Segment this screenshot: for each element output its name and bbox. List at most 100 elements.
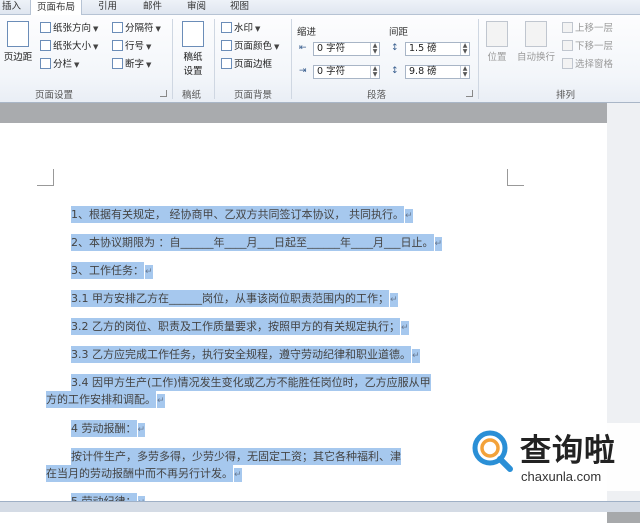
text-line[interactable]: 4 劳动报酬：↵ (71, 420, 146, 439)
text-line[interactable]: 在当月的劳动报酬中而不再另行计发。↵ (46, 465, 242, 484)
indent-heading: 缩进 (297, 27, 317, 38)
text-line[interactable]: 3、工作任务：↵ (71, 262, 153, 281)
wrap-text-label: 自动换行 (516, 52, 555, 63)
bring-forward-icon (562, 22, 573, 33)
group-label-paragraph: 段落 (367, 90, 387, 101)
manuscript-settings-button[interactable]: 稿纸 设置 (177, 21, 209, 77)
site-watermark: 查询啦 chaxunla.com (465, 423, 640, 491)
text-line[interactable]: 按计件生产，多劳多得，少劳少得，无固定工资；其它各种福利、津 (71, 448, 401, 465)
indent-right-value: 0 字符 (317, 66, 346, 77)
hyphenation-icon (112, 58, 123, 69)
line-text: 3.4 因甲方生产(工作)情况发生变化或乙方不能胜任岗位时，乙方应服从甲 (71, 374, 431, 391)
orientation-label: 纸张方向 (53, 23, 92, 34)
spacing-before-value: 1.5 磅 (409, 43, 437, 54)
indent-left-input[interactable]: 0 字符 ▲ ▼ (313, 42, 380, 56)
line-text: 3、工作任务： (71, 262, 144, 279)
status-bar (0, 501, 640, 512)
watermark-brand-en: chaxunla.com (521, 469, 602, 484)
magnifier-logo-icon (472, 430, 513, 472)
bring-forward-button[interactable]: 上移一层 (562, 21, 613, 37)
page-color-icon (221, 40, 232, 51)
group-label-page-setup: 页面设置 (35, 90, 74, 101)
line-text: 1、根据有关规定， 经协商甲、乙双方共同签订本协议， 共同执行。 (71, 206, 404, 223)
page-color-button[interactable]: 页面颜色 ▼ (221, 39, 279, 55)
tab-review[interactable]: 审阅 (187, 0, 206, 14)
page-color-label: 页面颜色 (234, 41, 273, 52)
position-icon (486, 21, 508, 47)
size-button[interactable]: 纸张大小 ▼ (40, 39, 98, 55)
line-text: 2、本协议期限为 ：自______年____月___日起至______年____… (71, 234, 434, 251)
wrap-text-icon (525, 21, 547, 47)
send-backward-button[interactable]: 下移一层 (562, 39, 613, 55)
group-separator (214, 19, 215, 99)
position-button[interactable]: 位置 (481, 21, 513, 63)
indent-left-icon: ⇤ (299, 43, 307, 53)
paragraph-launcher-icon[interactable] (466, 90, 473, 97)
margins-button[interactable]: 页边距 (2, 21, 34, 63)
spacing-after-value: 9.8 磅 (409, 66, 437, 77)
orientation-icon (40, 22, 51, 33)
text-line[interactable]: 3.3 乙方应完成工作任务，执行安全规程，遵守劳动纪律和职业道德。↵ (71, 346, 420, 365)
breaks-label: 分隔符 (125, 23, 154, 34)
breaks-button[interactable]: 分隔符 ▼ (112, 21, 161, 37)
breaks-icon (112, 22, 123, 33)
tab-references[interactable]: 引用 (98, 0, 117, 14)
paragraph-mark: ↵ (390, 293, 398, 307)
position-label: 位置 (487, 52, 507, 63)
tab-view[interactable]: 视图 (230, 0, 249, 14)
size-label: 纸张大小 (53, 41, 92, 52)
page-setup-launcher-icon[interactable] (160, 90, 167, 97)
text-line[interactable]: 3.2 乙方的岗位、职责及工作质量要求，按照甲方的有关规定执行；↵ (71, 318, 409, 337)
text-line[interactable]: 2、本协议期限为 ：自______年____月___日起至______年____… (71, 234, 443, 253)
ribbon-tab-bar: 插入 页面布局 引用 邮件 审阅 视图 (0, 0, 640, 16)
orientation-button[interactable]: 纸张方向 ▼ (40, 21, 98, 37)
text-line[interactable]: 3.1 甲方安排乙方在______岗位，从事该岗位职责范围内的工作；↵ (71, 290, 398, 309)
chevron-down-icon: ▼ (93, 43, 99, 51)
manuscript-icon (182, 21, 204, 47)
group-label-page-background: 页面背景 (234, 90, 273, 101)
wrap-text-button[interactable]: 自动换行 (514, 21, 558, 63)
ribbon: 页边距 纸张方向 ▼ 纸张大小 ▼ 分栏 ▼ 分隔符 ▼ 行号 ▼ 断字 ▼ 页面设置 稿纸… (0, 15, 640, 103)
margins-icon (7, 21, 29, 47)
text-line[interactable]: 方的工作安排和调配。↵ (46, 391, 165, 410)
selection-pane-button[interactable]: 选择窗格 (562, 57, 613, 73)
indent-right-input[interactable]: 0 字符 ▲ ▼ (313, 65, 380, 79)
watermark-button[interactable]: 水印 ▼ (221, 21, 260, 37)
margin-corner-mark (507, 169, 524, 186)
watermark-icon (221, 22, 232, 33)
paragraph-mark: ↵ (434, 237, 443, 251)
chevron-down-icon: ▼ (155, 25, 161, 33)
group-label-manuscript: 稿纸 (182, 90, 202, 101)
tab-mailings[interactable]: 邮件 (143, 0, 162, 14)
text-line[interactable]: 1、根据有关规定， 经协商甲、乙双方共同签订本协议， 共同执行。↵ (71, 206, 413, 225)
tab-insert[interactable]: 插入 (2, 0, 21, 14)
watermark-brand-cn: 查询啦 (520, 433, 616, 469)
line-text: 方的工作安排和调配。 (46, 391, 156, 408)
paragraph-mark: ↵ (157, 394, 165, 408)
spacing-after-icon: ↕ (391, 66, 399, 76)
hyphenation-button[interactable]: 断字 ▼ (112, 57, 151, 73)
chevron-down-icon: ▼ (74, 61, 80, 69)
send-backward-label: 下移一层 (575, 41, 614, 52)
page-borders-label: 页面边框 (234, 59, 273, 70)
group-separator (291, 19, 292, 99)
line-numbers-button[interactable]: 行号 ▼ (112, 39, 151, 55)
send-backward-icon (562, 40, 573, 51)
paragraph-mark: ↵ (137, 423, 146, 437)
spacing-before-input[interactable]: 1.5 磅 ▲ ▼ (405, 42, 470, 56)
line-text: 在当月的劳动报酬中而不再另行计发。 (46, 465, 233, 482)
text-line[interactable]: 3.4 因甲方生产(工作)情况发生变化或乙方不能胜任岗位时，乙方应服从甲 (71, 374, 431, 391)
page-borders-icon (221, 58, 232, 69)
indent-right-icon: ⇥ (299, 66, 307, 76)
page-borders-button[interactable]: 页面边框 (221, 57, 272, 73)
spin-arrows-icon[interactable]: ▲ ▼ (460, 43, 469, 55)
columns-button[interactable]: 分栏 ▼ (40, 57, 79, 73)
spin-arrows-icon[interactable]: ▲ ▼ (460, 66, 469, 78)
spin-arrows-icon[interactable]: ▲ ▼ (370, 43, 379, 55)
paper-size-icon (40, 40, 51, 51)
spin-arrows-icon[interactable]: ▲ ▼ (370, 66, 379, 78)
tab-page-layout[interactable]: 页面布局 (30, 0, 83, 16)
spacing-after-input[interactable]: 9.8 磅 ▲ ▼ (405, 65, 470, 79)
columns-label: 分栏 (53, 59, 73, 70)
line-text: 3.1 甲方安排乙方在______岗位，从事该岗位职责范围内的工作； (71, 290, 389, 307)
